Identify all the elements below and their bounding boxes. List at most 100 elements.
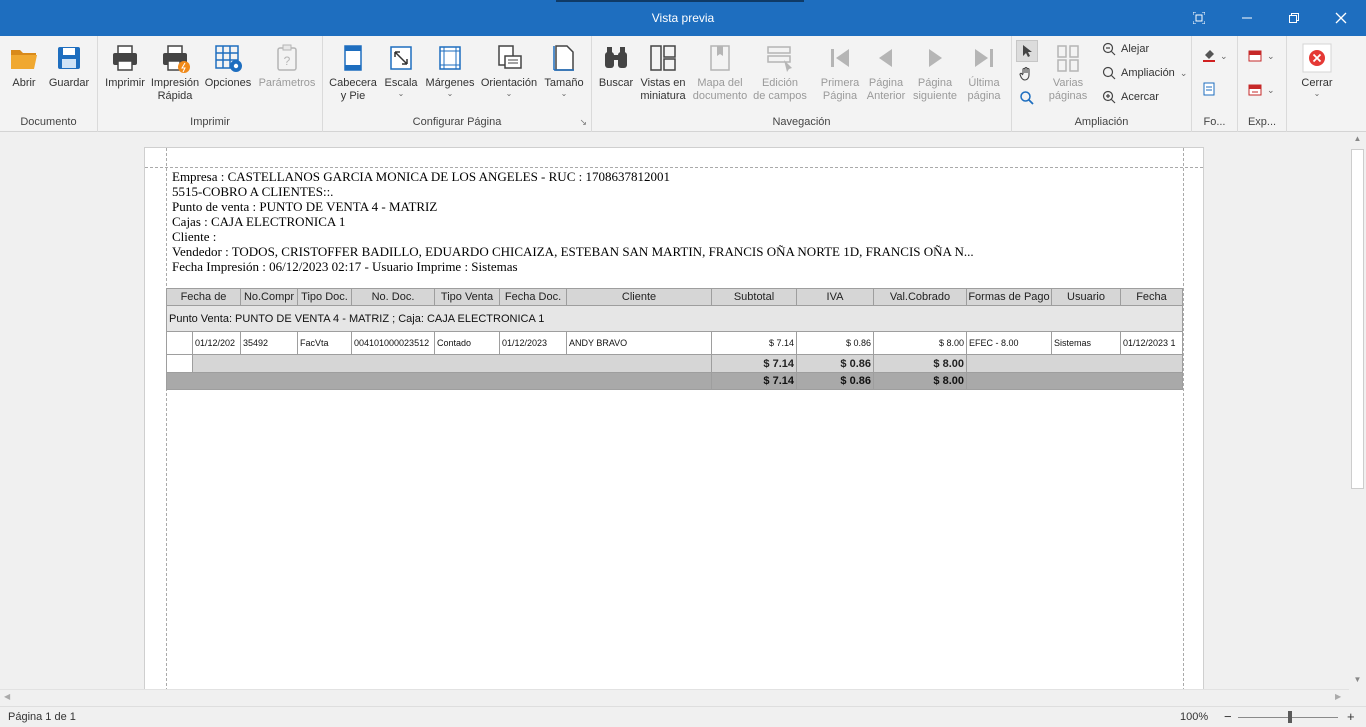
col-header: Fecha: [1120, 288, 1183, 306]
group-configurar-pagina: Cabecera y Pie Escala ⌄ Márgenes ⌄ Orien…: [323, 36, 592, 132]
escala-button[interactable]: Escala ⌄: [381, 42, 421, 98]
pagina-anterior-button[interactable]: Página Anterior: [864, 42, 908, 103]
ribbon: Abrir Guardar Documento Imprimir Impresi…: [0, 36, 1366, 132]
zoom-in-button[interactable]: +: [1347, 709, 1355, 724]
quick-print-icon: [163, 45, 190, 73]
page-indicator: Página 1 de 1: [8, 711, 76, 723]
next-page-icon: [929, 49, 942, 67]
cabecera-pie-button[interactable]: Cabecera y Pie: [329, 42, 377, 103]
cerrar-button[interactable]: Cerrar ⌄: [1299, 42, 1335, 98]
previous-page-icon: [879, 49, 892, 67]
parametros-button[interactable]: ? Parámetros: [256, 42, 318, 90]
send-pdf-icon: [1248, 84, 1262, 96]
margenes-chevron-icon: ⌄: [446, 89, 454, 98]
orientacion-chevron-icon: ⌄: [505, 89, 513, 98]
report-header: Empresa : CASTELLANOS GARCIA MONICA DE L…: [172, 169, 974, 274]
acercar-button[interactable]: Acercar: [1102, 90, 1159, 104]
page-size-icon: [553, 45, 574, 71]
hand-tool-button[interactable]: [1018, 66, 1036, 84]
group-fondo: ⌄ Fo...: [1192, 36, 1238, 132]
guardar-button[interactable]: Guardar: [46, 42, 92, 90]
group-label-exportar: Exp...: [1247, 116, 1277, 128]
col-header: Cliente: [566, 288, 712, 306]
table-row: 01/12/202 35492 FacVta 004101000023512 C…: [166, 331, 1183, 355]
scroll-down-icon[interactable]: ▼: [1349, 675, 1366, 684]
send-pdf-button[interactable]: ⌄: [1248, 82, 1280, 98]
magnifier-tool-button[interactable]: [1019, 90, 1037, 108]
vistas-miniatura-button[interactable]: Vistas en miniatura: [639, 42, 687, 103]
tamano-button[interactable]: Tamaño ⌄: [543, 42, 585, 98]
grand-total-row: $ 7.14 $ 0.86 $ 8.00: [166, 372, 1183, 390]
thumbnails-icon: [650, 45, 676, 71]
col-header: No.Compr: [240, 288, 298, 306]
close-preview-icon: [1302, 43, 1332, 73]
minimize-button[interactable]: [1224, 0, 1270, 36]
watermark-button[interactable]: [1202, 82, 1218, 98]
page-setup-launcher-icon[interactable]: ↘: [579, 117, 587, 128]
scroll-left-icon[interactable]: ◀: [4, 692, 10, 701]
horizontal-scrollbar[interactable]: ◀ ▶: [0, 689, 1349, 706]
parameters-clipboard-icon: ?: [277, 44, 297, 71]
varias-paginas-button[interactable]: Varias páginas: [1048, 42, 1088, 103]
margenes-button[interactable]: Márgenes ⌄: [425, 42, 475, 98]
group-ampliacion: Varias páginas Alejar Ampliación ⌄ Acerc…: [1012, 36, 1192, 132]
report-page: Empresa : CASTELLANOS GARCIA MONICA DE L…: [144, 147, 1204, 689]
zoom-slider-thumb[interactable]: [1288, 711, 1292, 723]
cell-fecha-de: 01/12/202: [192, 331, 241, 355]
total-subtotal: $ 7.14: [711, 372, 797, 390]
header-punto-venta: Punto de venta : PUNTO DE VENTA 4 - MATR…: [172, 199, 438, 214]
opciones-button[interactable]: Opciones: [204, 42, 252, 90]
preview-area[interactable]: Empresa : CASTELLANOS GARCIA MONICA DE L…: [0, 132, 1349, 689]
cell-tipo-doc: FacVta: [297, 331, 352, 355]
group-subtotal: $ 7.14: [711, 354, 797, 373]
total-cobrado: $ 8.00: [873, 372, 967, 390]
group-label-navegacion: Navegación: [772, 116, 831, 128]
zoom-in-icon: [1102, 90, 1116, 104]
restore-button[interactable]: [1271, 0, 1317, 36]
col-header: Usuario: [1051, 288, 1121, 306]
zoom-out-button[interactable]: −: [1224, 709, 1232, 724]
restore-icon: [1289, 13, 1299, 23]
page-color-button[interactable]: ⌄: [1202, 48, 1232, 64]
edicion-campos-button[interactable]: Edición de campos: [752, 42, 808, 103]
pointer-tool-button[interactable]: [1016, 40, 1038, 62]
svg-text:?: ?: [284, 54, 291, 68]
scroll-up-icon[interactable]: ▲: [1349, 134, 1366, 143]
subtotal-spacer: [192, 354, 712, 373]
minimize-icon: [1242, 17, 1252, 19]
vertical-scrollbar[interactable]: ▲ ▼: [1349, 132, 1366, 689]
fit-window-button[interactable]: [1176, 0, 1222, 36]
table-header-row: Fecha de No.Compr Tipo Doc. No. Doc. Tip…: [166, 288, 1183, 306]
scroll-right-icon[interactable]: ▶: [1335, 692, 1341, 701]
ampliacion-button[interactable]: Ampliación ⌄: [1102, 66, 1187, 80]
send-chevron-icon: ⌄: [1267, 84, 1275, 95]
cell-fecha-doc: 01/12/2023: [499, 331, 567, 355]
col-header: Val.Cobrado: [873, 288, 967, 306]
ultima-pagina-button[interactable]: Última página: [964, 42, 1004, 103]
impresion-rapida-button[interactable]: Impresión Rápida: [150, 42, 200, 103]
group-label-ampliacion: Ampliación: [1074, 116, 1129, 128]
col-header: IVA: [796, 288, 874, 306]
buscar-button[interactable]: Buscar: [596, 42, 636, 90]
cell-no-compr: 35492: [240, 331, 298, 355]
cell-subtotal: $ 7.14: [711, 331, 797, 355]
vertical-scroll-thumb[interactable]: [1351, 149, 1364, 489]
imprimir-button[interactable]: Imprimir: [104, 42, 146, 90]
fit-icon: [1193, 12, 1205, 24]
primera-pagina-button[interactable]: Primera Página: [818, 42, 862, 103]
cell-val-cobrado: $ 8.00: [873, 331, 967, 355]
pagina-siguiente-button[interactable]: Página siguiente: [910, 42, 960, 103]
orientacion-button[interactable]: Orientación ⌄: [479, 42, 539, 98]
abrir-button[interactable]: Abrir: [6, 42, 42, 90]
page-color-chevron-icon: ⌄: [1220, 50, 1228, 61]
window-title: Vista previa: [651, 11, 715, 25]
magnifier-icon: [1020, 91, 1034, 105]
total-tail: [966, 372, 1183, 390]
group-label-fondo: Fo...: [1203, 116, 1226, 128]
left-margin-line: [166, 148, 167, 689]
alejar-button[interactable]: Alejar: [1102, 42, 1149, 56]
export-pdf-button[interactable]: ⌄: [1248, 48, 1280, 64]
mapa-documento-button[interactable]: Mapa del documento: [691, 42, 749, 103]
cell-fecha: 01/12/2023 1: [1120, 331, 1183, 355]
close-window-button[interactable]: [1318, 0, 1364, 36]
